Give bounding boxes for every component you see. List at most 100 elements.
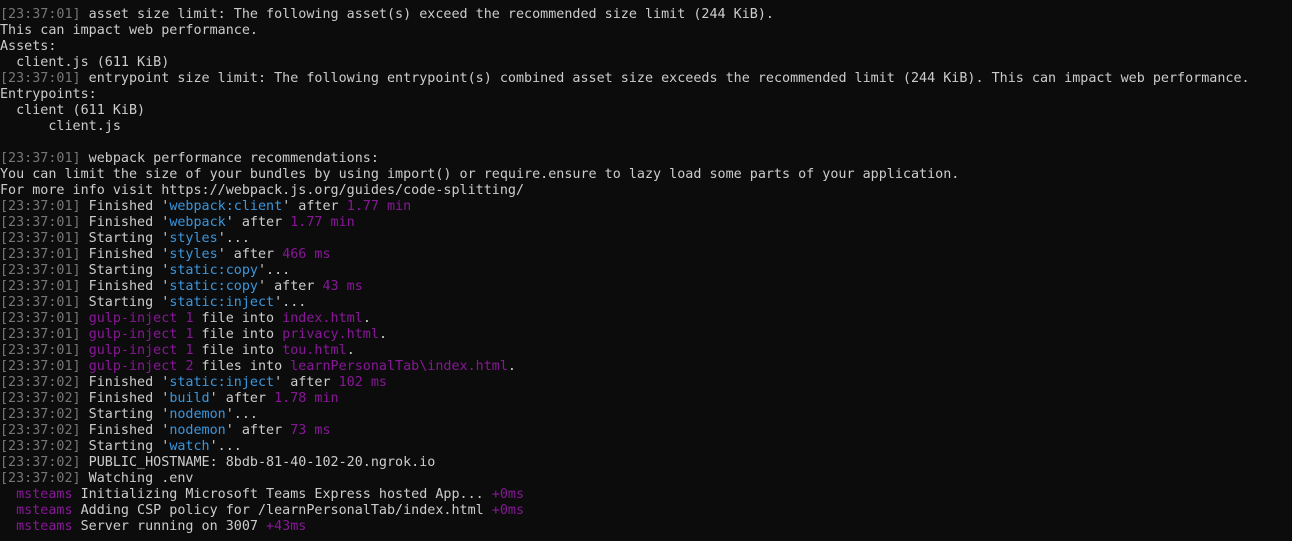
log-line: [23:37:01] asset size limit: The followi… [0, 7, 1292, 23]
log-highlight: 1 [185, 311, 194, 326]
log-highlight: 2 [185, 359, 194, 374]
log-line: You can limit the size of your bundles b… [0, 167, 1292, 183]
log-text: ' after [225, 215, 291, 230]
log-highlight: learnPersonalTab\index.html [290, 359, 508, 374]
log-line: [23:37:02] PUBLIC_HOSTNAME: 8bdb-81-40-1… [0, 455, 1292, 471]
log-highlight: msteams [16, 487, 73, 502]
log-line: msteams Adding CSP policy for /learnPers… [0, 503, 1292, 519]
log-line: For more info visit https://webpack.js.o… [0, 183, 1292, 199]
log-text: '... [225, 407, 258, 422]
log-text: ' after [209, 391, 275, 406]
log-timestamp: [23:37:01] [0, 343, 81, 358]
log-line: client.js [0, 119, 1292, 135]
log-line: msteams Server running on 3007 +43ms [0, 519, 1292, 535]
log-highlight: 1 [185, 343, 194, 358]
log-highlight: 466 ms [282, 247, 331, 262]
log-timestamp: [23:37:02] [0, 439, 81, 454]
log-highlight: 1.78 min [274, 391, 339, 406]
log-highlight: gulp-inject [88, 343, 178, 358]
task-name: static:inject [169, 295, 275, 310]
terminal-output[interactable]: [23:37:01] asset size limit: The followi… [0, 0, 1292, 541]
log-text: Starting ' [80, 407, 170, 422]
log-text: Starting ' [80, 295, 170, 310]
log-line: client (611 KiB) [0, 103, 1292, 119]
log-line: [23:37:01] entrypoint size limit: The fo… [0, 71, 1292, 87]
log-text: Assets: [0, 39, 57, 54]
log-highlight: gulp-inject [88, 359, 178, 374]
log-highlight: +43ms [266, 519, 307, 534]
log-highlight: privacy.html [282, 327, 379, 342]
log-text: Starting ' [80, 439, 170, 454]
log-line: Entrypoints: [0, 87, 1292, 103]
log-line: [23:37:02] Finished 'build' after 1.78 m… [0, 391, 1292, 407]
log-timestamp: [23:37:01] [0, 263, 81, 278]
log-line: [23:37:01] webpack performance recommend… [0, 151, 1292, 167]
log-text: . [507, 359, 516, 374]
log-text: file into [193, 311, 283, 326]
log-text: Adding CSP policy for /learnPersonalTab/… [72, 503, 492, 518]
log-highlight: gulp-inject [88, 327, 178, 342]
log-highlight: 1 [185, 327, 194, 342]
log-text: webpack performance recommendations: [80, 151, 379, 166]
log-line: This can impact web performance. [0, 23, 1292, 39]
log-highlight: +0ms [491, 503, 525, 518]
log-timestamp: [23:37:01] [0, 359, 81, 374]
log-line: [23:37:01] gulp-inject 1 file into index… [0, 311, 1292, 327]
log-text: . [362, 311, 371, 326]
log-text: Starting ' [80, 231, 170, 246]
log-timestamp: [23:37:01] [0, 71, 81, 86]
log-text: ' after [258, 279, 323, 294]
log-line: [23:37:01] gulp-inject 1 file into priva… [0, 327, 1292, 343]
log-line: [23:37:01] Starting 'styles'... [0, 231, 1292, 247]
log-text: client.js [0, 119, 121, 134]
log-text: ' after [217, 247, 283, 262]
task-name: webpack:client [169, 199, 283, 214]
log-text: files into [193, 359, 291, 374]
log-line: [23:37:01] gulp-inject 1 file into tou.h… [0, 343, 1292, 359]
log-text: '... [217, 231, 250, 246]
log-line: [23:37:01] gulp-inject 2 files into lear… [0, 359, 1292, 375]
log-text: '... [258, 263, 291, 278]
log-line: [23:37:02] Starting 'watch'... [0, 439, 1292, 455]
log-text: This can impact web performance. [0, 23, 258, 38]
log-text: ' after [282, 199, 347, 214]
log-text: file into [193, 327, 283, 342]
log-text: client (611 KiB) [0, 103, 146, 118]
log-line: [23:37:01] Finished 'webpack' after 1.77… [0, 215, 1292, 231]
log-text: entrypoint size limit: The following ent… [80, 71, 1250, 86]
log-timestamp: [23:37:01] [0, 327, 81, 342]
log-text: Watching .env [80, 471, 194, 486]
log-highlight: msteams [16, 503, 73, 518]
log-timestamp: [23:37:02] [0, 455, 81, 470]
task-name: build [169, 391, 210, 406]
log-line: msteams Initializing Microsoft Teams Exp… [0, 487, 1292, 503]
log-line: Assets: [0, 39, 1292, 55]
log-line: [23:37:02] Finished 'static:inject' afte… [0, 375, 1292, 391]
log-text: ' after [225, 423, 291, 438]
log-timestamp: [23:37:01] [0, 7, 81, 22]
task-name: styles [169, 247, 218, 262]
log-line: [23:37:01] Finished 'styles' after 466 m… [0, 247, 1292, 263]
log-text: Finished ' [80, 391, 170, 406]
log-timestamp: [23:37:02] [0, 391, 81, 406]
log-text: Finished ' [80, 279, 170, 294]
log-text: Finished ' [80, 215, 170, 230]
log-text: Starting ' [80, 263, 170, 278]
task-name: webpack [169, 215, 226, 230]
log-text: PUBLIC_HOSTNAME: 8bdb-81-40-102-20.ngrok… [80, 455, 436, 470]
log-text: Finished ' [80, 423, 170, 438]
task-name: static:copy [169, 263, 258, 278]
log-highlight: 1.77 min [346, 199, 412, 214]
log-timestamp: [23:37:02] [0, 375, 81, 390]
log-text: '... [274, 295, 307, 310]
log-text: For more info visit https://webpack.js.o… [0, 183, 525, 198]
log-line: [23:37:01] Finished 'webpack:client' aft… [0, 199, 1292, 215]
log-text: client.js (611 KiB) [0, 55, 170, 70]
log-highlight: tou.html [282, 343, 347, 358]
log-text: Initializing Microsoft Teams Express hos… [72, 487, 492, 502]
log-highlight: gulp-inject [88, 311, 178, 326]
log-timestamp: [23:37:01] [0, 311, 81, 326]
